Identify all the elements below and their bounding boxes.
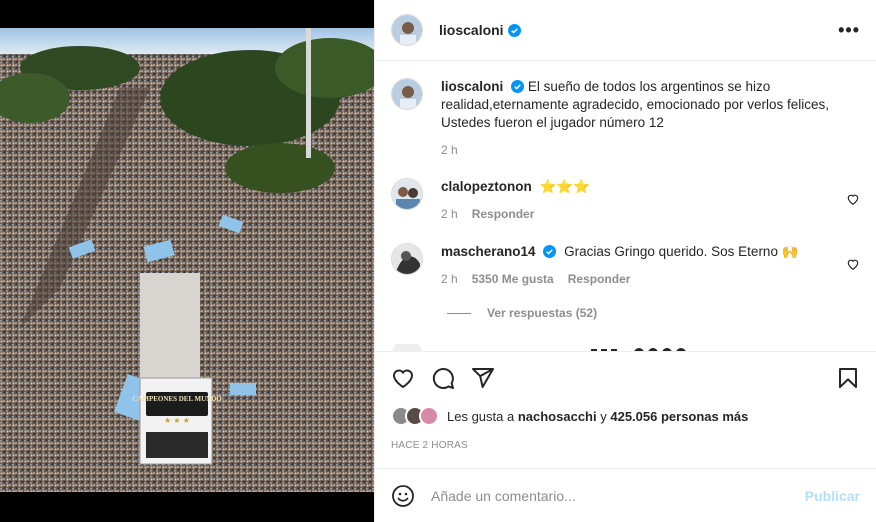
post-panel: lioscaloni ••• lioscaloni El sueño de to… <box>374 0 876 522</box>
verified-icon <box>507 23 521 37</box>
heart-icon[interactable] <box>846 192 860 206</box>
comment-input[interactable] <box>431 487 805 504</box>
verified-icon <box>543 245 557 258</box>
post-actions: Les gusta a nachosacchi y 425.056 person… <box>375 351 876 469</box>
next-comment-partial <box>391 342 721 351</box>
commenter-avatar[interactable] <box>391 178 423 210</box>
likes-prefix: Les gusta a <box>447 408 515 424</box>
comment-composer: Publicar <box>375 468 876 522</box>
reply-button[interactable]: Responder <box>568 270 631 288</box>
heart-icon[interactable] <box>846 257 860 271</box>
comment-time[interactable]: 2 h <box>441 270 458 288</box>
commenter-avatar[interactable] <box>391 243 423 275</box>
publish-button[interactable]: Publicar <box>805 488 860 504</box>
bus-banner-text: CAMPEONES DEL MUNDO <box>132 395 222 403</box>
comment-username[interactable]: clalopeztonon <box>441 179 532 194</box>
emoji-icon[interactable] <box>391 484 415 508</box>
likers-avatars[interactable] <box>391 406 439 426</box>
comment-item: mascherano14 Gracias Gringo querido. Sos… <box>391 243 860 288</box>
comment-username[interactable]: mascherano14 <box>441 244 536 259</box>
view-replies-button[interactable]: Ver respuestas (52) <box>447 306 597 320</box>
comment-item: clalopeztonon ⭐⭐⭐ 2 h Responder <box>391 178 860 223</box>
verified-icon <box>511 80 525 93</box>
crowd-photo: CAMPEONES DEL MUNDO ★ ★ ★ <box>0 28 374 492</box>
caption-time[interactable]: 2 h <box>441 141 458 159</box>
comment-time[interactable]: 2 h <box>441 205 458 223</box>
reply-button[interactable]: Responder <box>472 205 535 223</box>
more-icon[interactable]: ••• <box>838 20 860 41</box>
likes-summary: Les gusta a nachosacchi y 425.056 person… <box>391 406 860 426</box>
comments-list[interactable]: lioscaloni El sueño de todos los argenti… <box>375 62 876 351</box>
likes-count[interactable]: 425.056 personas más <box>610 409 748 424</box>
caption: lioscaloni El sueño de todos los argenti… <box>391 78 860 159</box>
post-header: lioscaloni ••• <box>375 0 876 61</box>
comment-icon[interactable] <box>431 366 455 390</box>
view-replies-label: Ver respuestas (52) <box>487 306 598 320</box>
share-icon[interactable] <box>471 366 495 390</box>
bookmark-icon[interactable] <box>836 366 860 390</box>
author-username[interactable]: lioscaloni <box>439 22 504 38</box>
author-avatar[interactable] <box>391 14 423 46</box>
post-photo[interactable]: CAMPEONES DEL MUNDO ★ ★ ★ <box>0 28 374 492</box>
post-time[interactable]: HACE 2 HORAS <box>391 440 860 451</box>
likes-middle: y <box>600 408 607 424</box>
author-avatar[interactable] <box>391 78 423 110</box>
heart-icon[interactable] <box>391 366 415 390</box>
liker-username[interactable]: nachosacchi <box>518 409 597 424</box>
post-media[interactable]: CAMPEONES DEL MUNDO ★ ★ ★ <box>0 0 374 522</box>
comment-likes[interactable]: 5350 Me gusta <box>472 270 554 288</box>
comment-text: ⭐⭐⭐ <box>539 179 590 194</box>
replies-divider <box>447 312 471 314</box>
caption-username[interactable]: lioscaloni <box>441 79 503 94</box>
svg-text:★ ★ ★: ★ ★ ★ <box>164 416 190 425</box>
comment-text: Gracias Gringo querido. Sos Eterno 🙌 <box>564 244 799 259</box>
